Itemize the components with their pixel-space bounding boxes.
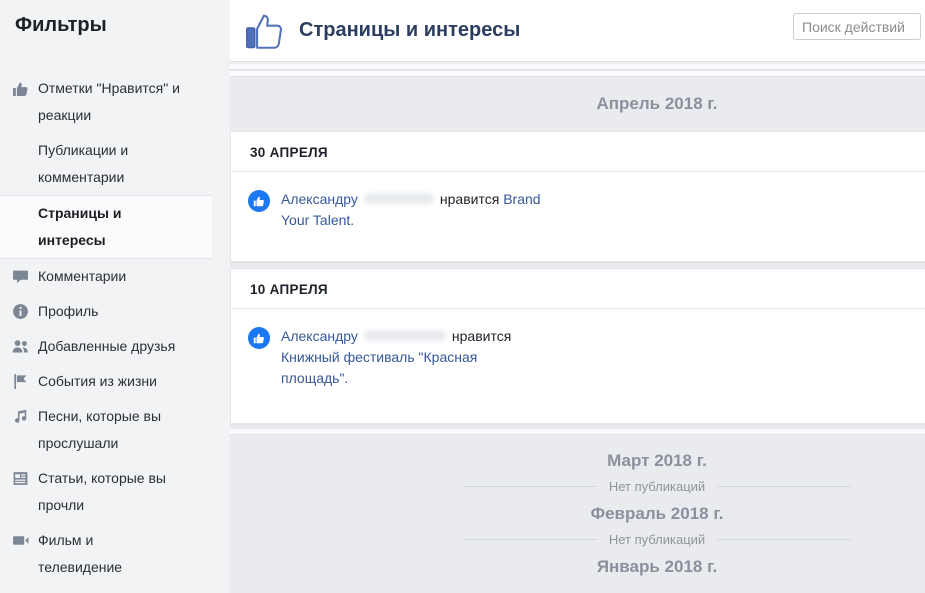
- flag-icon: [12, 373, 29, 390]
- sidebar-item-pages[interactable]: Страницы и интересы: [0, 195, 212, 259]
- sidebar-item-label: Фильм и телевидение: [38, 527, 220, 581]
- collapsed-card-edge: [230, 428, 925, 435]
- sidebar-item-songs[interactable]: Песни, которые вы прослушали: [0, 399, 230, 461]
- divider-line: [463, 539, 597, 540]
- video-icon: [12, 532, 29, 549]
- sidebar-item-profile[interactable]: Профиль: [0, 294, 230, 329]
- sidebar-title: Фильтры: [0, 14, 230, 37]
- sidebar-item-label: Отметки "Нравится" и реакции: [38, 75, 220, 129]
- action-text: нравится: [440, 191, 499, 207]
- article-icon: [12, 470, 29, 487]
- sidebar-item-label: События из жизни: [38, 368, 220, 395]
- sidebar-item-label: Статьи, которые вы прочли: [38, 465, 220, 519]
- activity-text: Александрунравится Brand Your Talent.: [281, 189, 581, 231]
- date-header: 30 АПРЕЛЯ: [231, 132, 925, 172]
- activity-card: 10 АПРЕЛЯ Александру нравится Книжный фес…: [230, 268, 925, 424]
- sidebar-item-likes[interactable]: Отметки "Нравится" и реакции: [0, 71, 230, 133]
- friends-icon: [12, 338, 29, 355]
- no-posts-divider: Нет публикаций: [463, 532, 851, 547]
- like-outline-icon: [245, 11, 287, 51]
- sidebar-item-label: Комментарии: [38, 263, 220, 290]
- thumbs-up-icon: [12, 80, 29, 97]
- sidebar-item-friends-added[interactable]: Добавленные друзья: [0, 329, 230, 364]
- blank-icon: [12, 205, 29, 222]
- redacted-name: [364, 330, 446, 341]
- no-posts-text: Нет публикаций: [597, 532, 717, 547]
- month-header-january: Январь 2018 г.: [230, 554, 925, 580]
- sidebar-item-life-events[interactable]: События из жизни: [0, 364, 230, 399]
- sidebar-item-label: Профиль: [38, 298, 220, 325]
- like-badge-icon: [248, 327, 270, 349]
- page-title: Страницы и интересы: [299, 19, 520, 42]
- actor-link[interactable]: Александру: [281, 191, 358, 207]
- filters-sidebar: Фильтры Отметки "Нравится" и реакции Пуб…: [0, 0, 230, 593]
- collapsed-card-edge: [230, 64, 925, 70]
- object-link[interactable]: Книжный фестиваль "Красная площадь".: [281, 349, 477, 386]
- comment-icon: [12, 268, 29, 285]
- date-header: 10 АПРЕЛЯ: [231, 269, 925, 309]
- activity-entry: Александру нравится Книжный фестиваль "Кр…: [231, 309, 925, 423]
- activity-card: 30 АПРЕЛЯ Александрунравится Brand Your …: [230, 131, 925, 262]
- no-posts-text: Нет публикаций: [597, 479, 717, 494]
- music-icon: [12, 408, 29, 425]
- sidebar-item-label: Страницы и интересы: [38, 200, 202, 254]
- actor-link[interactable]: Александру: [281, 328, 358, 344]
- sidebar-item-posts[interactable]: Публикации и комментарии: [0, 133, 230, 195]
- redacted-name: [364, 193, 434, 204]
- action-text: нравится: [452, 328, 511, 344]
- activity-entry: Александрунравится Brand Your Talent.: [231, 172, 925, 261]
- activity-text: Александру нравится Книжный фестиваль "Кр…: [281, 326, 581, 389]
- activity-log-main: Страницы и интересы Апрель 2018 г. 30 АП…: [230, 0, 925, 593]
- no-posts-divider: Нет публикаций: [463, 479, 851, 494]
- month-header-march: Март 2018 г.: [230, 448, 925, 474]
- info-icon: [12, 303, 29, 320]
- sidebar-item-articles[interactable]: Статьи, которые вы прочли: [0, 461, 230, 523]
- sidebar-item-label: Игры: [38, 589, 220, 593]
- blank-icon: [12, 142, 29, 159]
- month-header-february: Февраль 2018 г.: [230, 501, 925, 527]
- older-months: Март 2018 г. Нет публикаций Февраль 2018…: [230, 435, 925, 580]
- divider-line: [717, 539, 851, 540]
- sidebar-item-label: Публикации и комментарии: [38, 137, 220, 191]
- sidebar-item-comments[interactable]: Комментарии: [0, 259, 230, 294]
- month-banner-april: Апрель 2018 г.: [230, 77, 925, 131]
- activity-search-input[interactable]: [793, 13, 921, 40]
- sidebar-item-label: Песни, которые вы прослушали: [38, 403, 220, 457]
- divider-line: [463, 486, 597, 487]
- sidebar-item-label: Добавленные друзья: [38, 333, 220, 360]
- sidebar-item-film-tv[interactable]: Фильм и телевидение: [0, 523, 230, 585]
- filters-list: Отметки "Нравится" и реакции Публикации …: [0, 71, 230, 593]
- like-badge-icon: [248, 190, 270, 212]
- sidebar-item-games[interactable]: Игры: [0, 585, 230, 593]
- divider-line: [717, 486, 851, 487]
